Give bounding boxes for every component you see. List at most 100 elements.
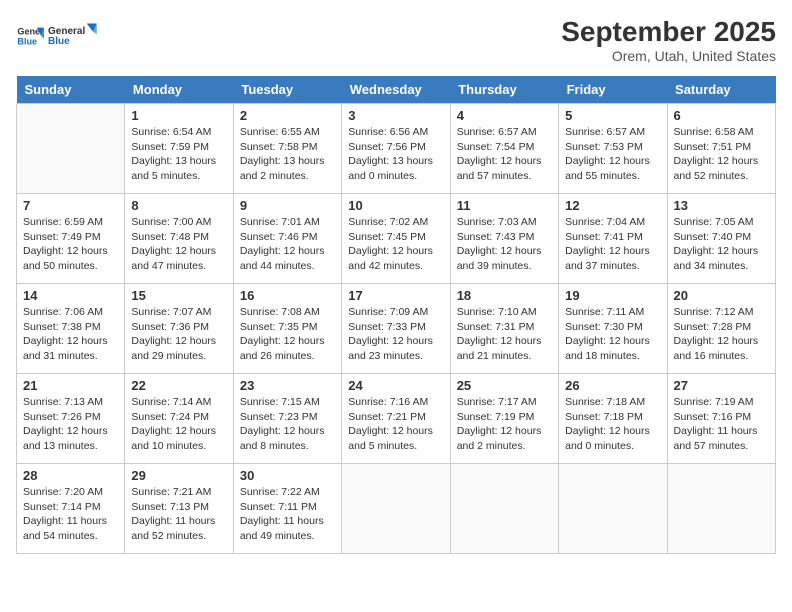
day-number: 25	[457, 378, 552, 393]
day-number: 30	[240, 468, 335, 483]
day-info: Sunrise: 7:16 AM Sunset: 7:21 PM Dayligh…	[348, 395, 443, 454]
location: Orem, Utah, United States	[561, 48, 776, 64]
day-number: 29	[131, 468, 226, 483]
day-cell: 6 Sunrise: 6:58 AM Sunset: 7:51 PM Daylig…	[667, 104, 775, 194]
day-number: 5	[565, 108, 660, 123]
day-info: Sunrise: 7:15 AM Sunset: 7:23 PM Dayligh…	[240, 395, 335, 454]
day-cell: 8 Sunrise: 7:00 AM Sunset: 7:48 PM Daylig…	[125, 194, 233, 284]
day-cell: 15Sunrise: 7:07 AM Sunset: 7:36 PM Dayli…	[125, 284, 233, 374]
header-monday: Monday	[125, 76, 233, 104]
day-info: Sunrise: 7:06 AM Sunset: 7:38 PM Dayligh…	[23, 305, 118, 364]
week-row-4: 21 Sunrise: 7:13 AM Sunset: 7:26 PM Dayli…	[17, 374, 776, 464]
day-number: 19	[565, 288, 660, 303]
day-cell: 16 Sunrise: 7:08 AM Sunset: 7:35 PM Dayli…	[233, 284, 341, 374]
day-number: 8	[131, 198, 226, 213]
day-number: 17	[348, 288, 443, 303]
day-info: Sunrise: 7:13 AM Sunset: 7:26 PM Dayligh…	[23, 395, 118, 454]
day-info: Sunrise: 7:07 AM Sunset: 7:36 PM Dayligh…	[131, 305, 226, 364]
day-cell: 28 Sunrise: 7:20 AM Sunset: 7:14 PM Dayli…	[17, 464, 125, 554]
day-number: 18	[457, 288, 552, 303]
day-info: Sunrise: 7:01 AM Sunset: 7:46 PM Dayligh…	[240, 215, 335, 274]
day-number: 14	[23, 288, 118, 303]
day-cell: 5Sunrise: 6:57 AM Sunset: 7:53 PM Daylig…	[559, 104, 667, 194]
day-cell: 29 Sunrise: 7:21 AM Sunset: 7:13 PM Dayli…	[125, 464, 233, 554]
day-info: Sunrise: 7:08 AM Sunset: 7:35 PM Dayligh…	[240, 305, 335, 364]
day-cell	[17, 104, 125, 194]
day-cell: 21 Sunrise: 7:13 AM Sunset: 7:26 PM Dayli…	[17, 374, 125, 464]
header-saturday: Saturday	[667, 76, 775, 104]
day-info: Sunrise: 7:21 AM Sunset: 7:13 PM Dayligh…	[131, 485, 226, 544]
day-number: 28	[23, 468, 118, 483]
day-number: 6	[674, 108, 769, 123]
day-info: Sunrise: 7:09 AM Sunset: 7:33 PM Dayligh…	[348, 305, 443, 364]
day-cell: 25Sunrise: 7:17 AM Sunset: 7:19 PM Dayli…	[450, 374, 558, 464]
day-number: 16	[240, 288, 335, 303]
day-number: 3	[348, 108, 443, 123]
svg-text:Blue: Blue	[17, 36, 37, 46]
page-header: General Blue General Blue September 2025…	[16, 16, 776, 64]
day-cell: 10Sunrise: 7:02 AM Sunset: 7:45 PM Dayli…	[342, 194, 450, 284]
logo: General Blue General Blue	[16, 16, 98, 56]
day-number: 21	[23, 378, 118, 393]
header-sunday: Sunday	[17, 76, 125, 104]
day-cell: 1 Sunrise: 6:54 AM Sunset: 7:59 PM Daylig…	[125, 104, 233, 194]
day-cell: 3Sunrise: 6:56 AM Sunset: 7:56 PM Daylig…	[342, 104, 450, 194]
day-info: Sunrise: 6:54 AM Sunset: 7:59 PM Dayligh…	[131, 125, 226, 184]
day-info: Sunrise: 6:55 AM Sunset: 7:58 PM Dayligh…	[240, 125, 335, 184]
day-number: 27	[674, 378, 769, 393]
day-number: 1	[131, 108, 226, 123]
day-cell: 7 Sunrise: 6:59 AM Sunset: 7:49 PM Daylig…	[17, 194, 125, 284]
day-number: 24	[348, 378, 443, 393]
day-info: Sunrise: 7:00 AM Sunset: 7:48 PM Dayligh…	[131, 215, 226, 274]
day-cell: 13 Sunrise: 7:05 AM Sunset: 7:40 PM Dayli…	[667, 194, 775, 284]
day-number: 4	[457, 108, 552, 123]
day-cell	[667, 464, 775, 554]
day-cell: 11Sunrise: 7:03 AM Sunset: 7:43 PM Dayli…	[450, 194, 558, 284]
day-cell: 24 Sunrise: 7:16 AM Sunset: 7:21 PM Dayli…	[342, 374, 450, 464]
day-info: Sunrise: 7:14 AM Sunset: 7:24 PM Dayligh…	[131, 395, 226, 454]
day-number: 23	[240, 378, 335, 393]
day-info: Sunrise: 7:10 AM Sunset: 7:31 PM Dayligh…	[457, 305, 552, 364]
day-number: 9	[240, 198, 335, 213]
day-cell: 14 Sunrise: 7:06 AM Sunset: 7:38 PM Dayli…	[17, 284, 125, 374]
day-cell: 23 Sunrise: 7:15 AM Sunset: 7:23 PM Dayli…	[233, 374, 341, 464]
day-cell: 12Sunrise: 7:04 AM Sunset: 7:41 PM Dayli…	[559, 194, 667, 284]
day-cell: 18 Sunrise: 7:10 AM Sunset: 7:31 PM Dayli…	[450, 284, 558, 374]
svg-text:General: General	[48, 26, 85, 37]
logo-icon: General Blue	[16, 22, 44, 50]
title-block: September 2025 Orem, Utah, United States	[561, 16, 776, 64]
day-number: 7	[23, 198, 118, 213]
day-info: Sunrise: 7:22 AM Sunset: 7:11 PM Dayligh…	[240, 485, 335, 544]
day-cell	[559, 464, 667, 554]
day-cell: 22 Sunrise: 7:14 AM Sunset: 7:24 PM Dayli…	[125, 374, 233, 464]
day-info: Sunrise: 6:59 AM Sunset: 7:49 PM Dayligh…	[23, 215, 118, 274]
day-cell: 9 Sunrise: 7:01 AM Sunset: 7:46 PM Daylig…	[233, 194, 341, 284]
svg-text:Blue: Blue	[48, 36, 70, 47]
day-info: Sunrise: 7:04 AM Sunset: 7:41 PM Dayligh…	[565, 215, 660, 274]
calendar-header-row: SundayMondayTuesdayWednesdayThursdayFrid…	[17, 76, 776, 104]
day-number: 26	[565, 378, 660, 393]
day-cell: 19 Sunrise: 7:11 AM Sunset: 7:30 PM Dayli…	[559, 284, 667, 374]
day-info: Sunrise: 7:18 AM Sunset: 7:18 PM Dayligh…	[565, 395, 660, 454]
day-cell: 17 Sunrise: 7:09 AM Sunset: 7:33 PM Dayli…	[342, 284, 450, 374]
month-title: September 2025	[561, 16, 776, 48]
day-number: 11	[457, 198, 552, 213]
week-row-1: 1 Sunrise: 6:54 AM Sunset: 7:59 PM Daylig…	[17, 104, 776, 194]
day-cell	[450, 464, 558, 554]
week-row-3: 14 Sunrise: 7:06 AM Sunset: 7:38 PM Dayli…	[17, 284, 776, 374]
header-thursday: Thursday	[450, 76, 558, 104]
day-info: Sunrise: 7:05 AM Sunset: 7:40 PM Dayligh…	[674, 215, 769, 274]
day-info: Sunrise: 7:02 AM Sunset: 7:45 PM Dayligh…	[348, 215, 443, 274]
calendar-table: SundayMondayTuesdayWednesdayThursdayFrid…	[16, 76, 776, 554]
day-number: 22	[131, 378, 226, 393]
day-info: Sunrise: 7:19 AM Sunset: 7:16 PM Dayligh…	[674, 395, 769, 454]
day-number: 13	[674, 198, 769, 213]
day-cell: 2 Sunrise: 6:55 AM Sunset: 7:58 PM Daylig…	[233, 104, 341, 194]
day-cell: 30 Sunrise: 7:22 AM Sunset: 7:11 PM Dayli…	[233, 464, 341, 554]
day-info: Sunrise: 6:58 AM Sunset: 7:51 PM Dayligh…	[674, 125, 769, 184]
day-info: Sunrise: 7:11 AM Sunset: 7:30 PM Dayligh…	[565, 305, 660, 364]
day-info: Sunrise: 7:12 AM Sunset: 7:28 PM Dayligh…	[674, 305, 769, 364]
day-info: Sunrise: 7:20 AM Sunset: 7:14 PM Dayligh…	[23, 485, 118, 544]
day-number: 2	[240, 108, 335, 123]
logo-bird-icon: General Blue	[48, 16, 98, 56]
